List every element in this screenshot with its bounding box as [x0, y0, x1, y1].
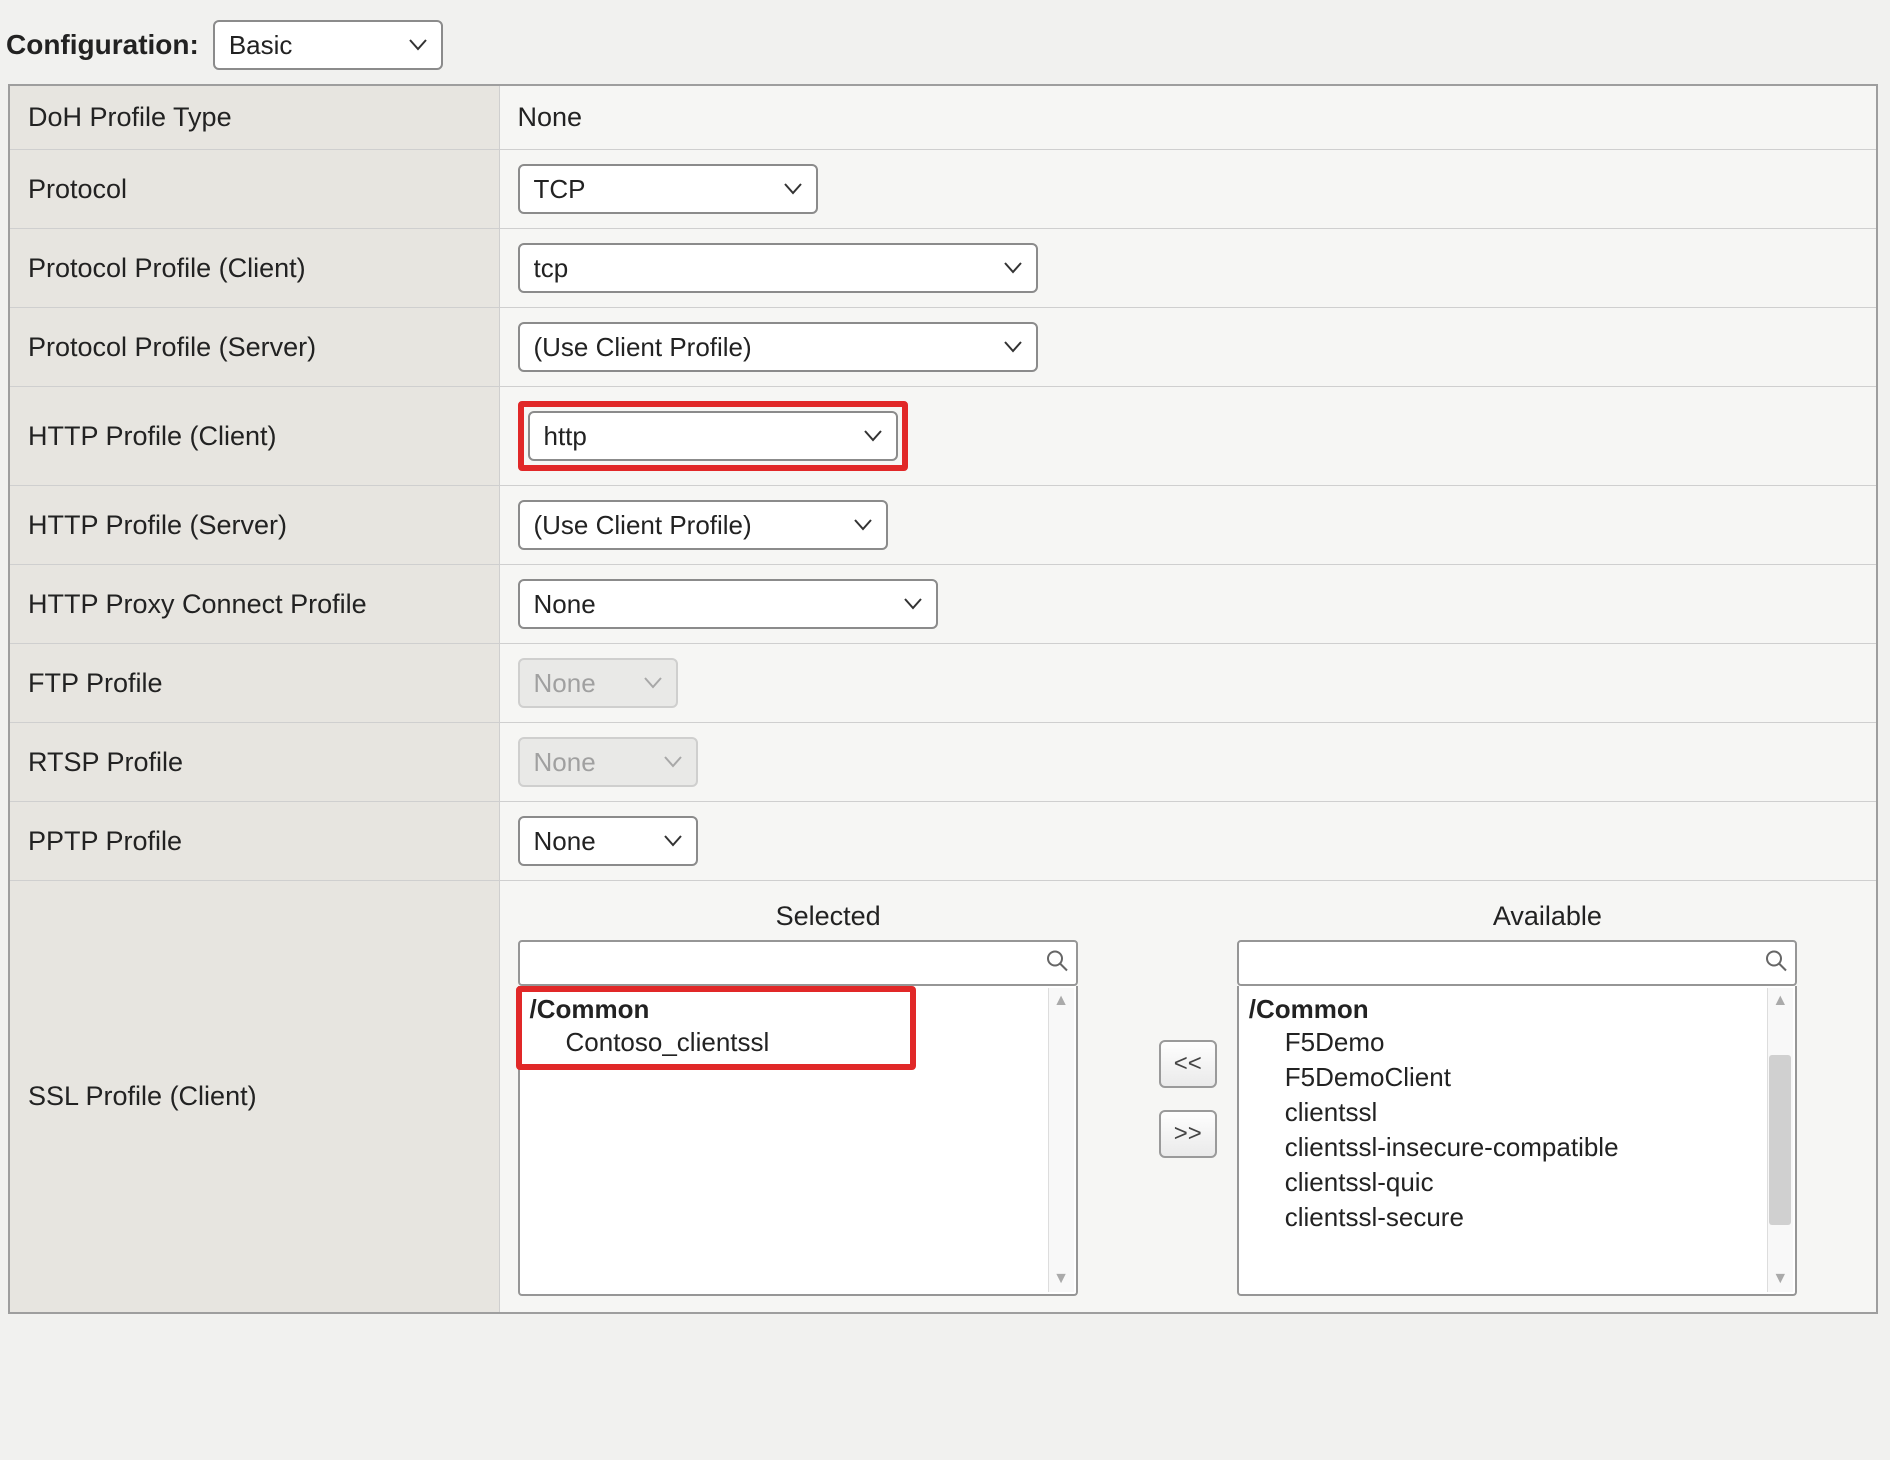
- http-profile-server-label: HTTP Profile (Server): [9, 486, 499, 565]
- http-proxy-connect-profile-label: HTTP Proxy Connect Profile: [9, 565, 499, 644]
- list-item[interactable]: clientssl-quic: [1249, 1165, 1759, 1200]
- doh-profile-type-label: DoH Profile Type: [9, 85, 499, 150]
- ssl-available-listbox[interactable]: /Common F5Demo F5DemoClient clientssl cl…: [1237, 986, 1797, 1296]
- pptp-profile-label: PPTP Profile: [9, 802, 499, 881]
- ssl-available-column: Available /Common F5Demo F5DemoClien: [1237, 901, 1858, 1296]
- protocol-label: Protocol: [9, 150, 499, 229]
- list-item[interactable]: F5DemoClient: [1249, 1060, 1759, 1095]
- config-table: DoH Profile Type None Protocol TCP Proto…: [8, 84, 1878, 1314]
- ssl-available-scrollbar[interactable]: ▲ ▼: [1767, 988, 1793, 1292]
- ssl-available-search-input[interactable]: [1237, 940, 1797, 986]
- ssl-available-group: /Common: [1249, 994, 1759, 1025]
- scroll-up-icon[interactable]: ▲: [1772, 992, 1788, 1010]
- scroll-down-icon[interactable]: ▼: [1772, 1270, 1788, 1288]
- ssl-selected-search-input[interactable]: [518, 940, 1078, 986]
- list-item[interactable]: Contoso_clientssl: [530, 1025, 1040, 1060]
- ssl-selected-header: Selected: [518, 901, 1139, 940]
- http-profile-client-highlight: http: [518, 401, 908, 471]
- list-item[interactable]: clientssl: [1249, 1095, 1759, 1130]
- ftp-profile-label: FTP Profile: [9, 644, 499, 723]
- list-item[interactable]: clientssl-insecure-compatible: [1249, 1130, 1759, 1165]
- configuration-row: Configuration: Basic: [0, 20, 1890, 84]
- ssl-selected-scrollbar[interactable]: ▲ ▼: [1048, 988, 1074, 1292]
- ftp-profile-select: None: [518, 658, 678, 708]
- ssl-available-header: Available: [1237, 901, 1858, 940]
- ssl-selected-listbox[interactable]: /Common Contoso_clientssl ▲ ▼: [518, 986, 1078, 1296]
- scroll-down-icon[interactable]: ▼: [1053, 1270, 1069, 1288]
- protocol-profile-client-label: Protocol Profile (Client): [9, 229, 499, 308]
- configuration-select[interactable]: Basic: [213, 20, 443, 70]
- ssl-selected-column: Selected /Common Contoso_clientssl: [518, 901, 1139, 1296]
- protocol-profile-server-label: Protocol Profile (Server): [9, 308, 499, 387]
- http-profile-client-select[interactable]: http: [528, 411, 898, 461]
- move-right-button[interactable]: >>: [1159, 1110, 1217, 1158]
- pptp-profile-select[interactable]: None: [518, 816, 698, 866]
- http-proxy-connect-profile-select[interactable]: None: [518, 579, 938, 629]
- ssl-selected-group: /Common: [530, 994, 1040, 1025]
- list-item[interactable]: F5Demo: [1249, 1025, 1759, 1060]
- protocol-profile-client-select[interactable]: tcp: [518, 243, 1038, 293]
- scroll-up-icon[interactable]: ▲: [1053, 992, 1069, 1010]
- ssl-profile-client-label: SSL Profile (Client): [9, 881, 499, 1314]
- rtsp-profile-select: None: [518, 737, 698, 787]
- move-left-button[interactable]: <<: [1159, 1040, 1217, 1088]
- protocol-select[interactable]: TCP: [518, 164, 818, 214]
- ssl-profile-client-duallist: Selected /Common Contoso_clientssl: [518, 895, 1859, 1298]
- protocol-profile-server-select[interactable]: (Use Client Profile): [518, 322, 1038, 372]
- doh-profile-type-value: None: [518, 102, 583, 132]
- rtsp-profile-label: RTSP Profile: [9, 723, 499, 802]
- configuration-label: Configuration:: [6, 29, 199, 61]
- list-item[interactable]: clientssl-secure: [1249, 1200, 1759, 1235]
- scroll-thumb[interactable]: [1769, 1055, 1791, 1225]
- http-profile-server-select[interactable]: (Use Client Profile): [518, 500, 888, 550]
- http-profile-client-label: HTTP Profile (Client): [9, 387, 499, 486]
